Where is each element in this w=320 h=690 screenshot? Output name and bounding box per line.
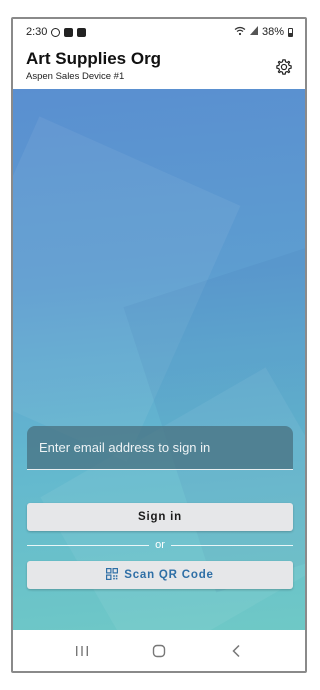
- scan-qr-label: Scan QR Code: [124, 569, 214, 581]
- battery-icon: [288, 27, 293, 37]
- email-field-container: [27, 426, 293, 470]
- scan-qr-button[interactable]: Scan QR Code: [27, 561, 293, 589]
- navigation-bar: [13, 630, 305, 671]
- divider-text: or: [155, 539, 165, 551]
- or-divider: or: [27, 538, 293, 552]
- status-right: 38%: [234, 26, 293, 39]
- notification-icon: [77, 27, 87, 37]
- wifi-icon: [234, 26, 246, 39]
- device-frame: 2:30 38% Art Supplies Org Aspen Sales De…: [11, 17, 307, 673]
- sign-in-label: Sign in: [138, 511, 182, 523]
- device-name: Aspen Sales Device #1: [26, 71, 125, 82]
- status-left: 2:30: [26, 26, 87, 38]
- app-header: Art Supplies Org Aspen Sales Device #1: [13, 45, 305, 89]
- divider-line: [170, 544, 293, 546]
- qr-code-icon: [106, 567, 119, 583]
- recents-icon[interactable]: [67, 636, 97, 666]
- battery-text: 38%: [261, 26, 284, 38]
- status-time: 2:30: [26, 26, 48, 38]
- email-input[interactable]: [27, 426, 293, 469]
- image-icon: [64, 27, 74, 37]
- login-background: Sign in or Scan QR Code: [13, 89, 305, 634]
- sign-in-button[interactable]: Sign in: [27, 503, 293, 531]
- divider-line: [27, 544, 150, 546]
- gear-icon[interactable]: [273, 56, 295, 78]
- back-icon[interactable]: [221, 636, 251, 666]
- home-icon[interactable]: [144, 636, 174, 666]
- signal-icon: [249, 26, 258, 38]
- org-name: Art Supplies Org: [26, 49, 162, 68]
- status-bar: 2:30 38%: [13, 19, 305, 45]
- whatsapp-icon: [51, 27, 61, 37]
